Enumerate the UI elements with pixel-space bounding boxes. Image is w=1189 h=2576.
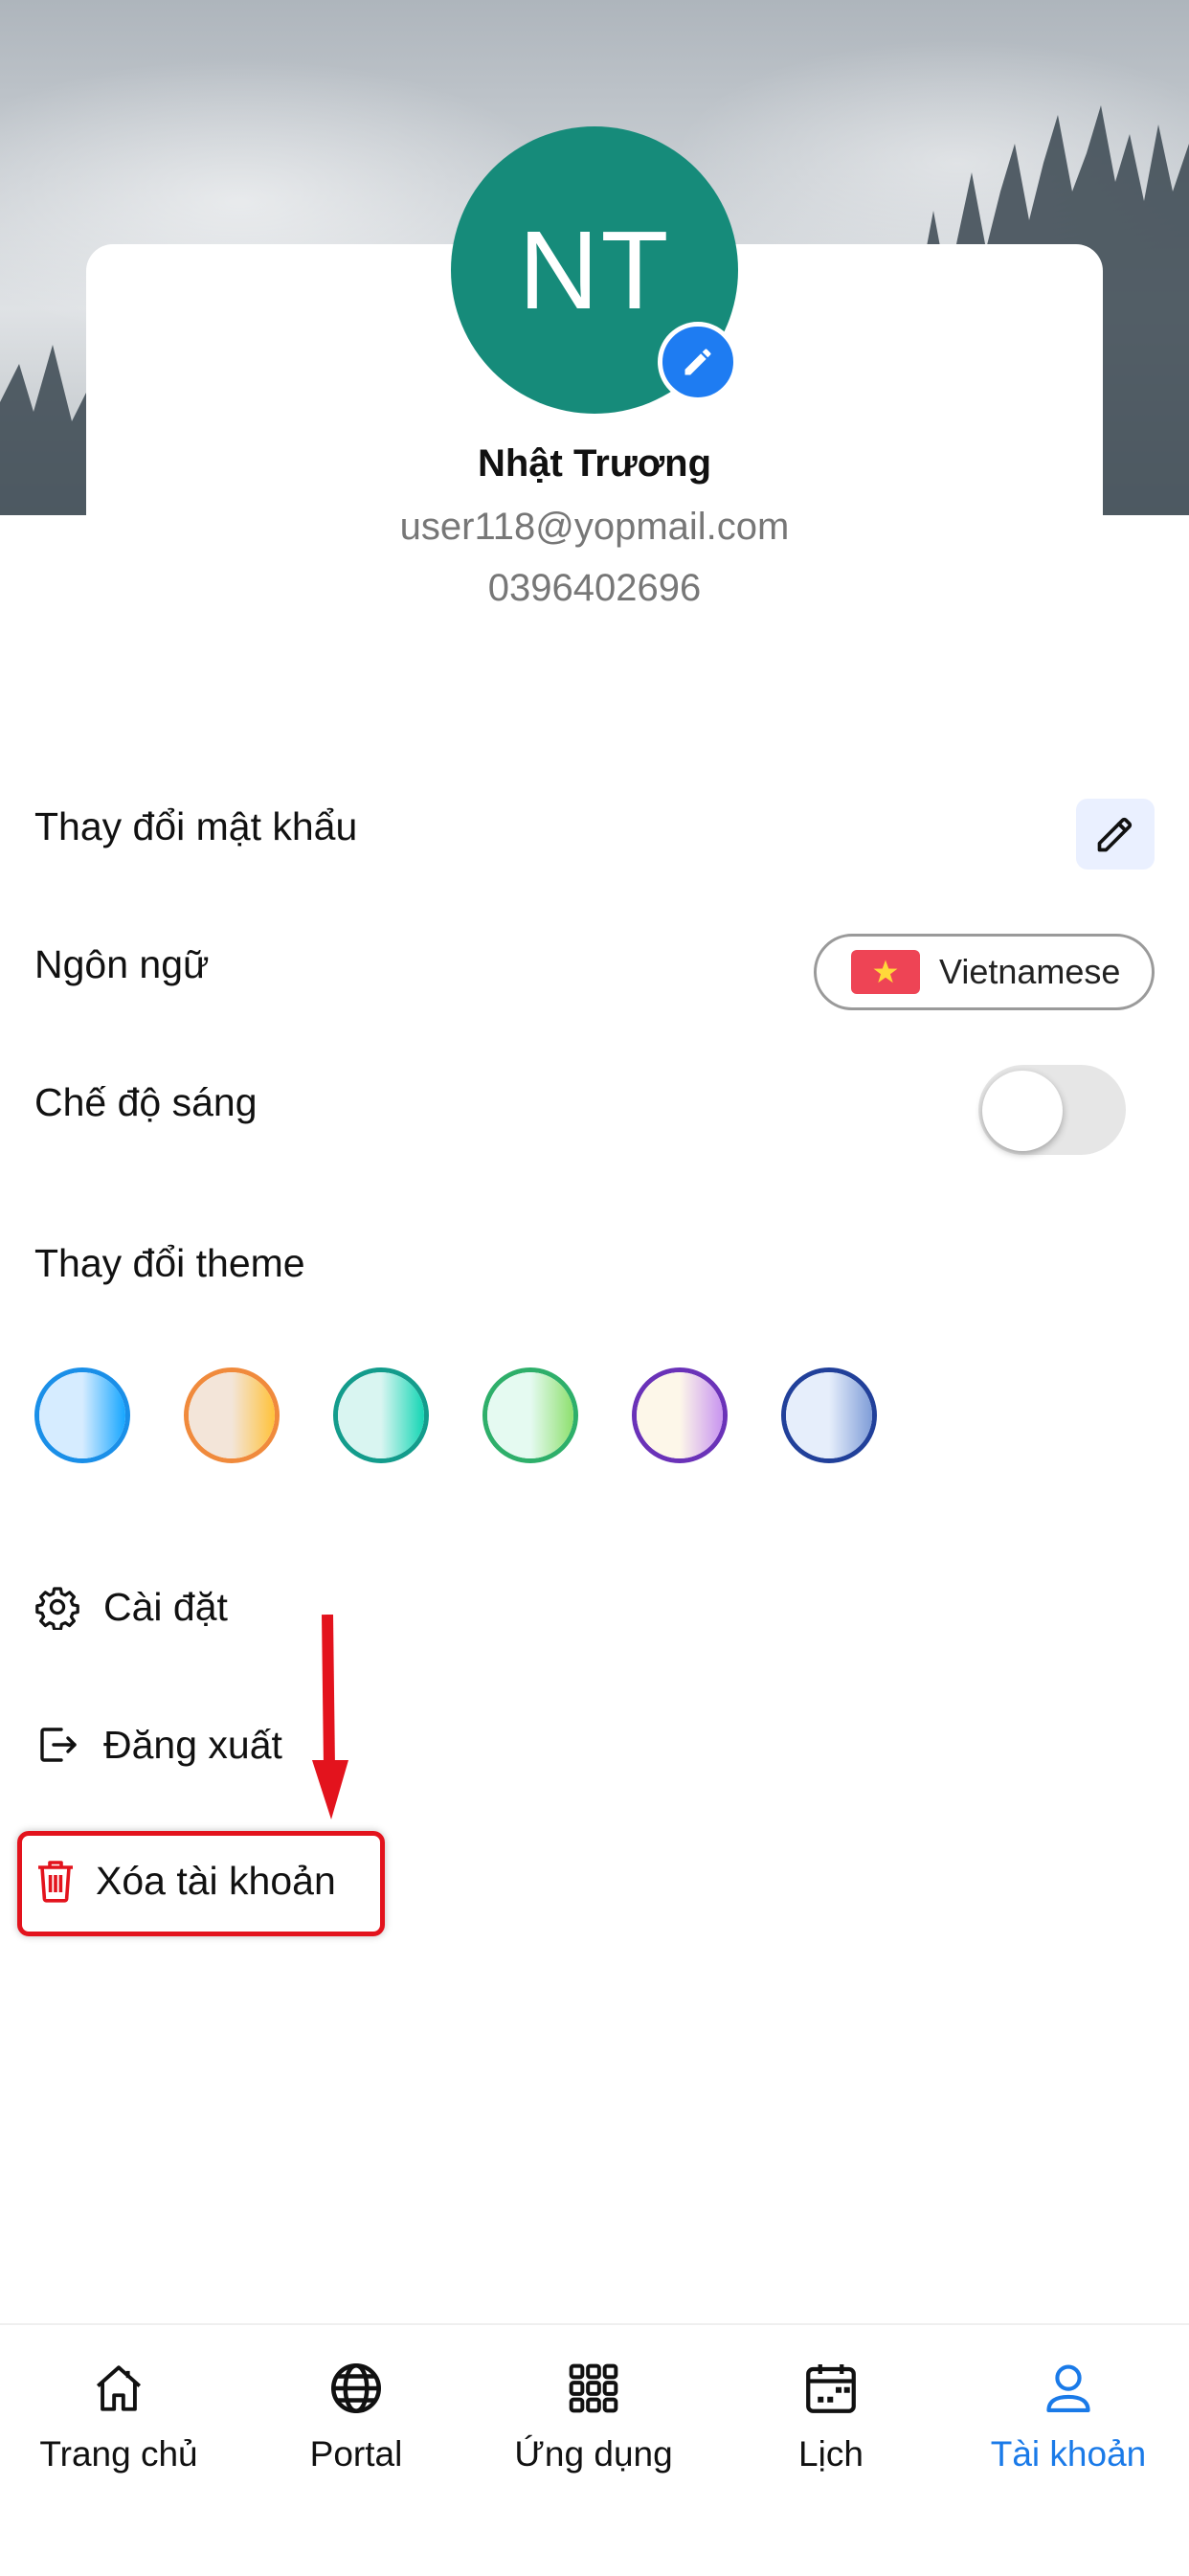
profile-phone: 0396402696 <box>487 567 702 609</box>
apps-grid-icon <box>569 2363 618 2413</box>
tab-label: Ứng dụng <box>514 2434 673 2474</box>
tab-label: Lịch <box>798 2434 864 2474</box>
home-icon <box>96 2365 142 2411</box>
theme-swatch-navy[interactable] <box>781 1367 877 1463</box>
light-mode-label: Chế độ sáng <box>34 1080 258 1124</box>
edit-avatar-button[interactable] <box>658 322 738 402</box>
theme-label: Thay đổi theme <box>34 1241 305 1285</box>
delete-account-label: Xóa tài khoản <box>96 1858 336 1903</box>
settings-menu-item[interactable]: Cài đặt <box>34 1584 228 1630</box>
change-password-button[interactable] <box>1076 799 1155 870</box>
profile-name: Nhật Trương <box>477 442 712 485</box>
tab-account[interactable]: Tài khoản <box>950 2325 1187 2517</box>
tab-label: Tài khoản <box>990 2434 1147 2474</box>
logout-label: Đăng xuất <box>103 1722 282 1767</box>
bottom-tab-bar: Trang chủ Portal Ứng dụng Lịch Tài khoản <box>0 2323 1189 2576</box>
language-value: Vietnamese <box>939 952 1121 991</box>
tab-home[interactable]: Trang chủ <box>0 2325 237 2517</box>
arrow-down-icon <box>312 1615 348 1819</box>
trash-icon <box>38 1861 73 1903</box>
delete-account-menu-item[interactable]: Xóa tài khoản <box>34 1858 336 1904</box>
vietnam-flag-icon <box>851 950 920 994</box>
tab-label: Portal <box>309 2434 403 2474</box>
profile-email: user118@yopmail.com <box>399 506 790 548</box>
theme-swatch-orange[interactable] <box>184 1367 280 1463</box>
settings-label: Cài đặt <box>103 1584 228 1629</box>
theme-swatch-blue[interactable] <box>34 1367 130 1463</box>
tab-apps[interactable]: Ứng dụng <box>475 2325 712 2517</box>
theme-swatch-teal[interactable] <box>333 1367 429 1463</box>
language-label: Ngôn ngữ <box>34 942 210 986</box>
logout-menu-item[interactable]: Đăng xuất <box>34 1722 282 1768</box>
toggle-knob <box>982 1071 1063 1151</box>
user-icon <box>1046 2364 1090 2413</box>
pencil-icon <box>684 349 711 375</box>
light-mode-toggle[interactable] <box>978 1065 1126 1155</box>
calendar-icon <box>806 2364 856 2413</box>
avatar-initials: NT <box>518 208 671 332</box>
logout-icon <box>40 1728 77 1762</box>
change-password-label: Thay đổi mật khẩu <box>34 804 358 848</box>
tab-portal[interactable]: Portal <box>237 2325 475 2517</box>
globe-icon <box>331 2363 381 2413</box>
theme-swatch-green[interactable] <box>482 1367 578 1463</box>
tab-calendar[interactable]: Lịch <box>712 2325 950 2517</box>
pencil-icon <box>1097 817 1133 852</box>
language-selector[interactable]: Vietnamese <box>814 934 1155 1010</box>
tab-label: Trang chủ <box>39 2434 198 2474</box>
gear-icon <box>35 1587 79 1630</box>
theme-swatch-purple[interactable] <box>632 1367 728 1463</box>
